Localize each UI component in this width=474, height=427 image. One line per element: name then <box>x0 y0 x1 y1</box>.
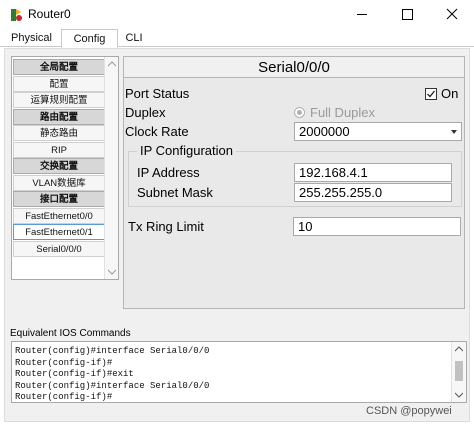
console-lines: Router(config)#interface Serial0/0/0 Rout… <box>15 346 209 404</box>
port-status-option: On <box>441 86 459 101</box>
ip-configuration-title: IP Configuration <box>137 143 236 158</box>
sidebar-item-fastethernet0-1[interactable]: FastEthernet0/1 <box>13 224 105 240</box>
duplex-label: Duplex <box>125 105 166 120</box>
tx-ring-limit-label: Tx Ring Limit <box>128 219 204 234</box>
console-scroll-thumb[interactable] <box>455 361 463 381</box>
scroll-down-icon[interactable] <box>108 269 116 275</box>
scroll-up-icon[interactable] <box>455 346 463 352</box>
sidebar-item-algorithm-settings[interactable]: 运算规则配置 <box>13 92 105 108</box>
console-line: Router(config-if)# <box>15 392 113 402</box>
sidebar-list: 全局配置 配置 运算规则配置 路由配置 静态路由 RIP 交换配置 VLAN数据… <box>13 59 105 257</box>
ip-configuration-group: IP Configuration IP Address 192.168.4.1 … <box>128 143 462 207</box>
interface-panel: Serial0/0/0 Port Status On Duplex Full D… <box>123 56 465 309</box>
tx-ring-limit-input[interactable]: 10 <box>293 217 461 236</box>
config-content: 全局配置 配置 运算规则配置 路由配置 静态路由 RIP 交换配置 VLAN数据… <box>4 48 470 422</box>
maximize-button[interactable] <box>385 0 429 29</box>
watermark-text: CSDN @popywei <box>366 405 452 417</box>
minimize-icon <box>357 14 367 15</box>
tab-config[interactable]: Config <box>61 29 118 48</box>
interface-title: Serial0/0/0 <box>124 57 464 78</box>
tab-bar: Physical Config CLI <box>0 29 474 48</box>
router-app-icon <box>11 9 22 21</box>
full-duplex-option: Full Duplex <box>310 105 376 120</box>
console-line: Router(config)#interface Serial0/0/0 <box>15 380 210 391</box>
port-status-checkbox[interactable] <box>425 88 437 100</box>
config-sidebar: 全局配置 配置 运算规则配置 路由配置 静态路由 RIP 交换配置 VLAN数据… <box>11 56 119 280</box>
full-duplex-radio[interactable] <box>294 107 305 118</box>
scroll-up-icon[interactable] <box>108 61 116 67</box>
sidebar-header-switching: 交换配置 <box>13 158 105 174</box>
sidebar-item-serial0-0-0[interactable]: Serial0/0/0 <box>13 240 105 257</box>
sidebar-item-settings[interactable]: 配置 <box>13 75 105 92</box>
tab-cli[interactable]: CLI <box>120 29 148 47</box>
subnet-mask-label: Subnet Mask <box>137 185 213 200</box>
title-bar: Router0 <box>0 0 474 29</box>
console-line: Router(config-if)# <box>15 357 113 368</box>
sidebar-item-vlan-database[interactable]: VLAN数据库 <box>13 174 105 191</box>
sidebar-item-fastethernet0-0[interactable]: FastEthernet0/0 <box>13 207 105 224</box>
tab-physical[interactable]: Physical <box>4 29 59 47</box>
close-icon <box>446 8 458 20</box>
port-status-label: Port Status <box>125 86 190 101</box>
ios-commands-label: Equivalent IOS Commands <box>10 328 131 339</box>
close-button[interactable] <box>430 0 474 29</box>
sidebar-header-routing: 路由配置 <box>13 108 105 125</box>
ip-address-input[interactable]: 192.168.4.1 <box>294 163 452 182</box>
checkmark-icon <box>427 90 436 98</box>
clock-rate-value: 2000000 <box>299 124 350 139</box>
sidebar-item-rip[interactable]: RIP <box>13 141 105 158</box>
minimize-button[interactable] <box>340 0 384 29</box>
subnet-mask-input[interactable]: 255.255.255.0 <box>294 183 452 202</box>
console-line: Router(config-if)#exit <box>15 369 134 379</box>
window-title: Router0 <box>28 7 71 21</box>
console-line: Router(config)#interface Serial0/0/0 <box>15 346 210 356</box>
ios-commands-console[interactable]: Router(config)#interface Serial0/0/0 Rout… <box>11 341 467 403</box>
scroll-down-icon[interactable] <box>455 392 463 398</box>
sidebar-item-static[interactable]: 静态路由 <box>13 125 105 141</box>
sidebar-scrollbar[interactable] <box>104 57 118 279</box>
clock-rate-select[interactable]: 2000000 <box>294 122 462 141</box>
sidebar-header-interface: 接口配置 <box>13 191 105 207</box>
dropdown-arrow-icon <box>451 130 457 134</box>
console-scrollbar[interactable] <box>451 342 466 402</box>
sidebar-header-global: 全局配置 <box>13 59 105 75</box>
clock-rate-label: Clock Rate <box>125 124 189 139</box>
maximize-icon <box>402 9 413 20</box>
ip-address-label: IP Address <box>137 165 200 180</box>
